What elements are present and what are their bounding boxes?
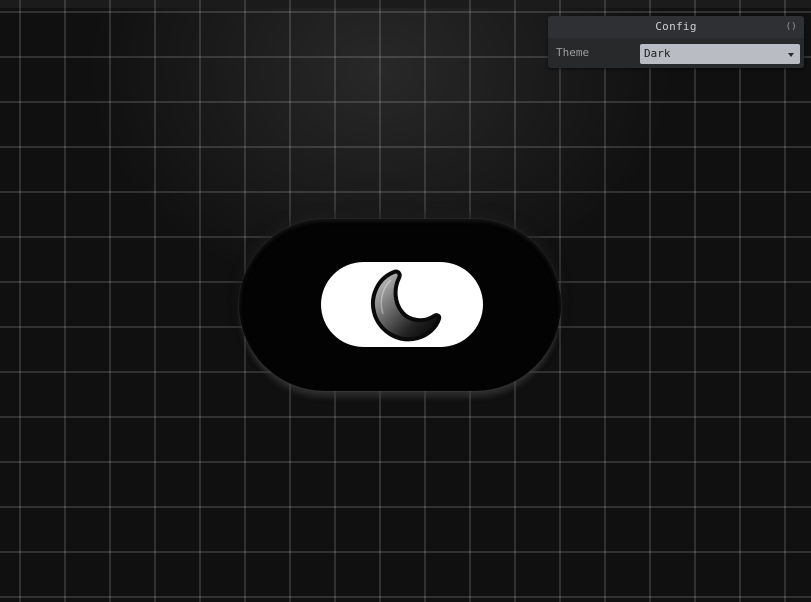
caret-down-icon <box>788 53 794 57</box>
collapse-icon[interactable]: () <box>786 16 797 38</box>
top-strip <box>0 0 811 8</box>
config-panel-header[interactable]: Config () <box>548 16 804 38</box>
toggle-track <box>321 262 483 347</box>
theme-select[interactable]: Dark <box>640 44 800 64</box>
theme-select-value: Dark <box>644 47 671 60</box>
config-panel: Config () Theme Dark <box>548 16 804 68</box>
moon-icon <box>371 269 442 342</box>
theme-toggle[interactable] <box>239 219 561 391</box>
config-panel-title: Config <box>655 20 697 33</box>
config-row-theme: Theme Dark <box>548 38 804 68</box>
theme-label: Theme <box>556 46 590 59</box>
canvas: Config () Theme Dark <box>0 0 811 602</box>
